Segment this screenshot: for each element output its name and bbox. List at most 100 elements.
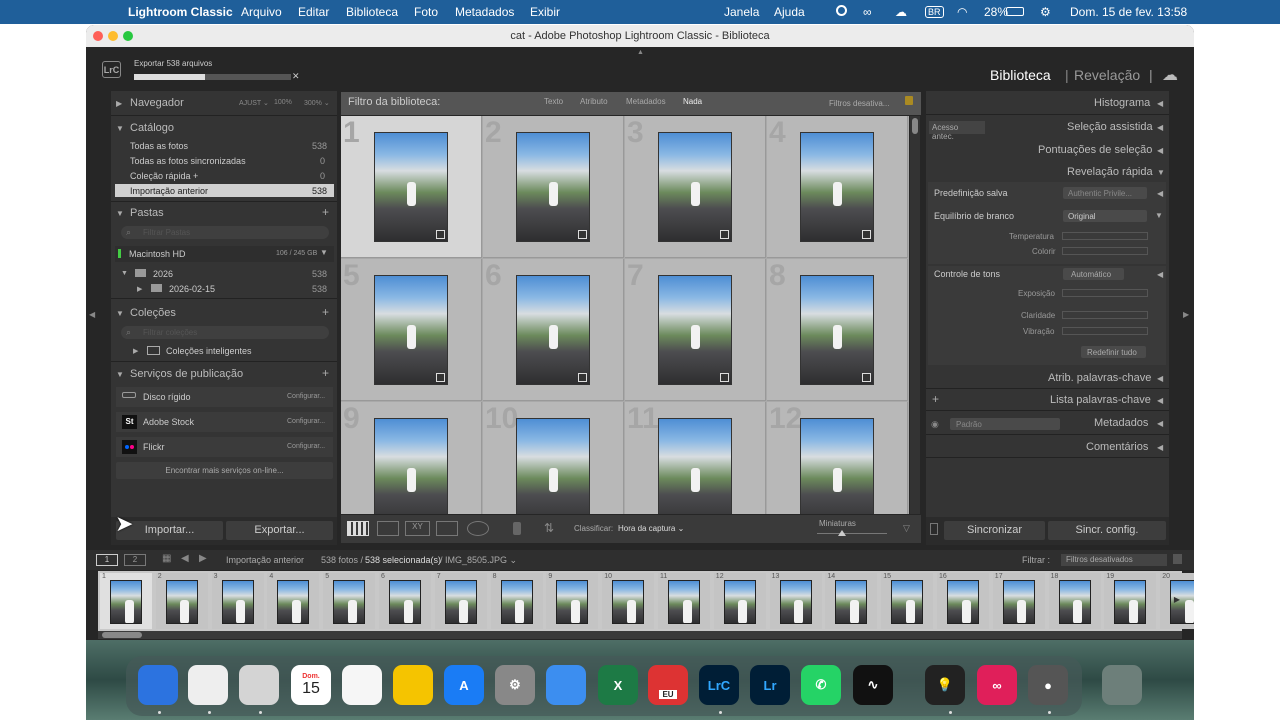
- sync-settings-button[interactable]: Sincr. config.: [1048, 521, 1166, 540]
- add-publish-service-icon[interactable]: +: [322, 366, 329, 380]
- catalog-collapse-icon[interactable]: ▼: [116, 124, 124, 133]
- top-panel-toggle-icon[interactable]: ▲: [637, 49, 644, 56]
- photo-thumbnail[interactable]: [658, 132, 732, 242]
- reminders-icon[interactable]: [342, 665, 382, 705]
- filmstrip-lock-icon[interactable]: [1173, 554, 1182, 564]
- publish-adobe-stock-row[interactable]: St Adobe Stock Configurar...: [116, 412, 333, 432]
- grid-cell[interactable]: 5: [341, 259, 482, 401]
- add-folder-icon[interactable]: +: [322, 205, 329, 219]
- trash-icon[interactable]: [1102, 665, 1142, 705]
- module-develop[interactable]: Revelação: [1074, 67, 1140, 83]
- grid-cell[interactable]: 6: [483, 259, 624, 401]
- filter-tab-metadata[interactable]: Metadados: [626, 97, 666, 106]
- filter-status[interactable]: Filtros desativa...: [829, 99, 889, 108]
- temperature-stepper[interactable]: [1062, 232, 1148, 240]
- filmstrip-cell[interactable]: 17: [992, 573, 1045, 629]
- input-source-indicator[interactable]: BR: [925, 6, 944, 18]
- filmstrip-thumbnail[interactable]: [389, 580, 421, 624]
- folder-2026-toggle-icon[interactable]: ▼: [121, 270, 128, 277]
- edit-badge-icon[interactable]: [720, 230, 729, 239]
- grid-scrollbar-thumb[interactable]: [912, 118, 918, 134]
- folder-2026[interactable]: 2026: [153, 269, 173, 279]
- filmstrip-filter-select[interactable]: Filtros desativados: [1061, 554, 1167, 566]
- grid-cell[interactable]: 3: [625, 116, 766, 258]
- menu-arquivo[interactable]: Arquivo: [241, 5, 282, 19]
- filter-lock-icon[interactable]: [905, 96, 913, 105]
- cloud-sync-icon[interactable]: ☁: [1162, 65, 1178, 85]
- filmstrip-scrollbar-thumb[interactable]: [102, 632, 142, 638]
- filmstrip-thumbnail[interactable]: [1002, 580, 1035, 624]
- creative-cloud-status-icon[interactable]: ∞: [863, 5, 872, 19]
- photo-thumbnail[interactable]: [658, 275, 732, 385]
- collections-collapse-icon[interactable]: ▼: [116, 309, 124, 318]
- filmstrip-thumbnail[interactable]: [1058, 580, 1091, 624]
- photo-thumbnail[interactable]: [374, 418, 448, 514]
- filmstrip-thumbnail[interactable]: [333, 580, 366, 624]
- grid-view-icon[interactable]: [347, 521, 369, 536]
- selection-scores-header[interactable]: Pontuações de seleção: [1038, 144, 1152, 156]
- keywording-collapse-icon[interactable]: ◀: [1157, 374, 1163, 383]
- edit-badge-icon[interactable]: [436, 373, 445, 382]
- navigator-header[interactable]: Navegador: [130, 97, 184, 109]
- comments-collapse-icon[interactable]: ◀: [1157, 443, 1163, 452]
- sort-direction-icon[interactable]: ⇅: [544, 521, 554, 535]
- menu-foto[interactable]: Foto: [414, 5, 438, 19]
- filmstrip-cell[interactable]: 9: [546, 573, 599, 629]
- sync-button[interactable]: Sincronizar: [944, 521, 1045, 540]
- publish-collapse-icon[interactable]: ▼: [116, 370, 124, 379]
- filmstrip-cell[interactable]: 16: [937, 573, 989, 629]
- folders-search-input[interactable]: ⌕ Filtrar Pastas: [121, 226, 329, 239]
- menu-app-name[interactable]: Lightroom Classic: [128, 5, 233, 19]
- calendar-icon[interactable]: Dom. 15: [291, 665, 331, 705]
- quick-develop-header[interactable]: Revelação rápida: [1067, 166, 1153, 178]
- collections-header[interactable]: Coleções: [130, 307, 176, 319]
- zoom-window-button[interactable]: [123, 31, 133, 41]
- filmstrip-thumbnail[interactable]: [891, 580, 924, 624]
- finder-icon[interactable]: [138, 665, 178, 705]
- battery-icon[interactable]: [1006, 7, 1024, 16]
- control-center-icon[interactable]: ⚙: [1040, 5, 1051, 19]
- grid-cell[interactable]: 11: [625, 402, 766, 514]
- notes-icon[interactable]: [393, 665, 433, 705]
- bulb-icon[interactable]: 💡: [925, 665, 965, 705]
- acrobat-icon[interactable]: EU: [648, 665, 688, 705]
- catalog-all-photos[interactable]: Todas as fotos: [130, 141, 188, 151]
- sort-select[interactable]: Hora da captura ⌄: [618, 524, 684, 533]
- metadata-header[interactable]: Metadados: [1094, 417, 1148, 429]
- photo-thumbnail[interactable]: [516, 418, 590, 514]
- photo-thumbnail[interactable]: [800, 275, 874, 385]
- publish-hard-drive-configure[interactable]: Configurar...: [287, 393, 325, 400]
- filmstrip-cell[interactable]: 8: [490, 573, 543, 629]
- module-library[interactable]: Biblioteca: [990, 67, 1051, 83]
- grid-cell[interactable]: 4: [767, 116, 908, 258]
- grid-cell[interactable]: 2: [483, 116, 624, 258]
- grid-scrollbar[interactable]: [910, 116, 920, 514]
- filmstrip-cell[interactable]: 11: [658, 573, 710, 629]
- photo-thumbnail[interactable]: [374, 275, 448, 385]
- filmstrip-cell[interactable]: 7: [434, 573, 487, 629]
- publish-adobe-stock-configure[interactable]: Configurar...: [287, 418, 325, 425]
- tint-stepper[interactable]: [1062, 247, 1148, 255]
- filter-tab-none[interactable]: Nada: [683, 97, 702, 106]
- edit-badge-icon[interactable]: [436, 230, 445, 239]
- system-settings-icon[interactable]: ⚙: [495, 665, 535, 705]
- close-window-button[interactable]: [93, 31, 103, 41]
- menu-exibir[interactable]: Exibir: [530, 5, 560, 19]
- tone-control-expand-icon[interactable]: ◀: [1157, 270, 1163, 279]
- photo-thumbnail[interactable]: [800, 418, 874, 514]
- selection-scores-collapse-icon[interactable]: ◀: [1157, 146, 1163, 155]
- exposure-stepper[interactable]: [1062, 289, 1148, 297]
- edit-badge-icon[interactable]: [862, 230, 871, 239]
- main-window-button[interactable]: 1: [96, 554, 118, 566]
- white-balance-collapse-icon[interactable]: ▼: [1155, 211, 1163, 220]
- filmstrip-thumbnail[interactable]: [835, 580, 868, 624]
- edit-badge-icon[interactable]: [720, 373, 729, 382]
- lightroom-icon[interactable]: Lr: [750, 665, 790, 705]
- disk-utility-icon[interactable]: ●: [1028, 665, 1068, 705]
- publish-hard-drive-row[interactable]: Disco rígido Configurar...: [116, 387, 333, 407]
- folder-2026-02-15[interactable]: 2026-02-15: [169, 284, 215, 294]
- activity-monitor-icon[interactable]: ∿: [853, 665, 893, 705]
- cloud-icon[interactable]: ☁: [895, 5, 907, 19]
- publish-header[interactable]: Serviços de publicação: [130, 368, 243, 380]
- filmstrip-thumbnail[interactable]: [723, 580, 756, 624]
